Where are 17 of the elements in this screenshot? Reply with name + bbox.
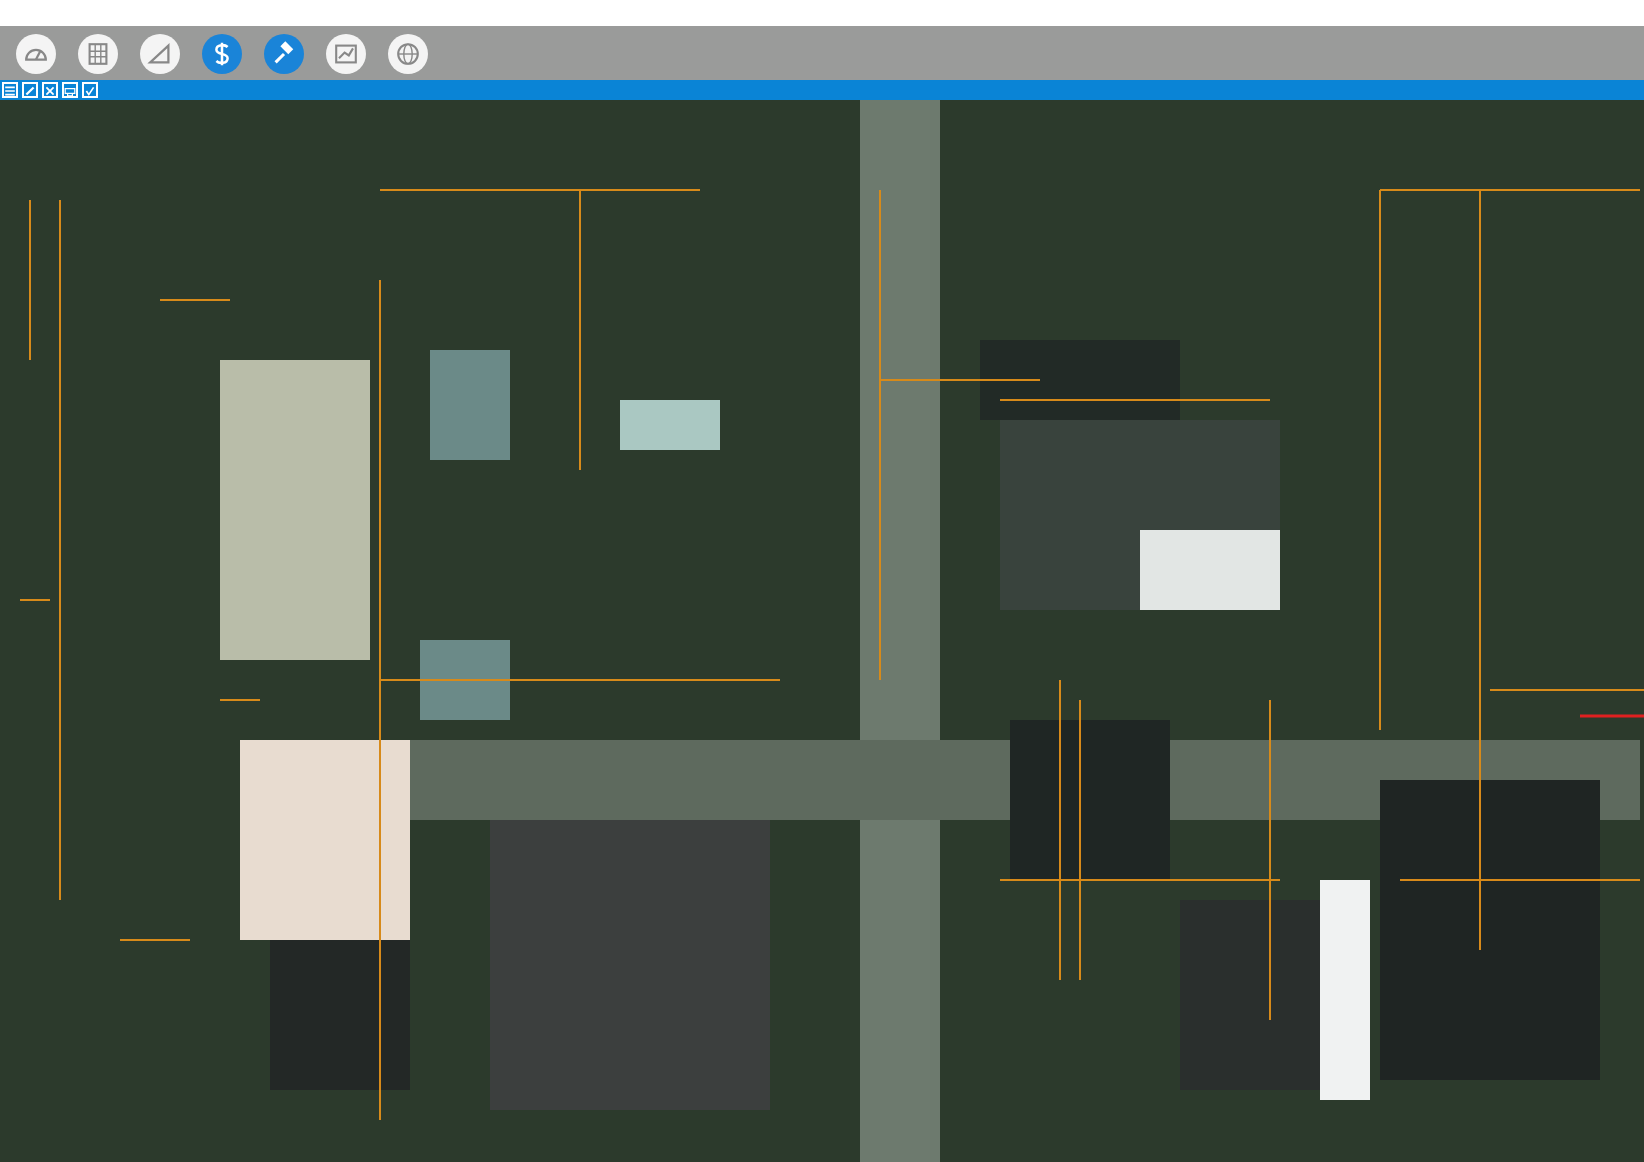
globe-tool-button[interactable] (388, 33, 428, 73)
dollar-tool-button[interactable] (202, 33, 242, 73)
chart-icon (332, 39, 360, 67)
triangle-tool-button[interactable] (140, 33, 180, 73)
gauge-tool-button[interactable] (16, 33, 56, 73)
gavel-tool-button[interactable] (264, 33, 304, 73)
check-icon[interactable] (82, 82, 98, 98)
chart-tool-button[interactable] (326, 33, 366, 73)
cross-icon[interactable] (42, 82, 58, 98)
grid-tool-button[interactable] (78, 33, 118, 73)
triangle-icon (146, 39, 174, 67)
list-icon[interactable] (2, 82, 18, 98)
pencil-icon[interactable] (22, 82, 38, 98)
grid-icon (84, 39, 112, 67)
print-icon[interactable] (62, 82, 78, 98)
gavel-icon (270, 39, 298, 67)
globe-icon (394, 39, 422, 67)
